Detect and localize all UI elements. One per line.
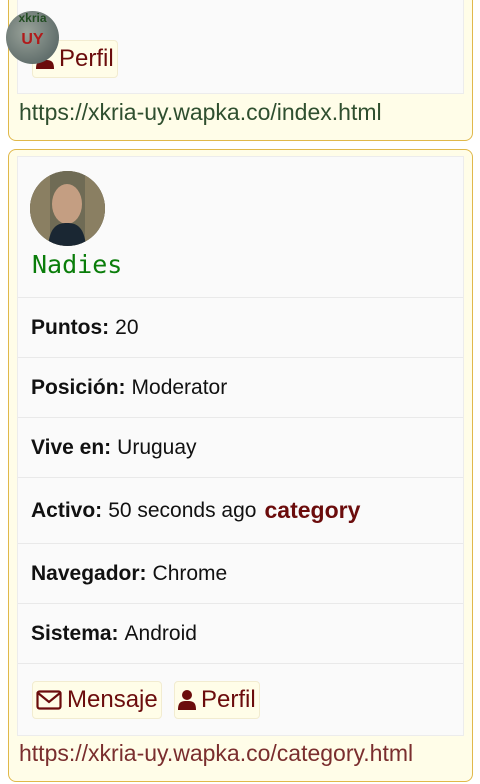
field-label: Posición: — [31, 375, 126, 399]
profile-button[interactable]: Perfil — [174, 681, 260, 719]
message-button-label: Mensaje — [67, 686, 158, 713]
field-row-puntos: Puntos: 20 — [18, 297, 463, 357]
top-post-card: Perfil https://xkria-uy.wapka.co/index.h… — [8, 0, 473, 141]
envelope-icon — [36, 690, 62, 710]
user-post-card: Nadies Puntos: 20 Posición: Moderator Vi… — [8, 149, 473, 782]
top-post-inner: Perfil — [17, 0, 464, 94]
message-button[interactable]: Mensaje — [32, 681, 162, 719]
field-label: Puntos: — [31, 315, 110, 339]
page-url-link[interactable]: https://xkria-uy.wapka.co/index.html — [19, 99, 382, 126]
profile-button-label: Perfil — [201, 686, 256, 713]
field-value: Moderator — [131, 375, 228, 399]
site-logo[interactable]: xkria UY — [6, 11, 59, 64]
user-photo-icon — [30, 171, 105, 246]
field-label: Sistema: — [31, 621, 119, 645]
field-row-navegador: Navegador: Chrome — [18, 543, 463, 603]
field-value: Chrome — [152, 561, 228, 585]
field-value: Uruguay — [117, 435, 197, 459]
field-row-activo: Activo: 50 seconds ago category — [18, 477, 463, 543]
logo-text-top: xkria — [18, 11, 47, 25]
category-link[interactable]: category — [264, 497, 360, 524]
user-info-panel: Nadies Puntos: 20 Posición: Moderator Vi… — [17, 156, 464, 736]
field-value: Android — [124, 621, 197, 645]
logo-text-bottom: UY — [21, 31, 44, 48]
user-icon — [178, 690, 196, 710]
field-row-vive-en: Vive en: Uruguay — [18, 417, 463, 477]
field-label: Navegador: — [31, 561, 147, 585]
field-row-sistema: Sistema: Android — [18, 603, 463, 663]
field-value: 50 seconds ago — [108, 498, 257, 522]
username[interactable]: Nadies — [32, 250, 122, 279]
field-row-posicion: Posición: Moderator — [18, 357, 463, 417]
field-value: 20 — [115, 315, 139, 339]
profile-button-label: Perfil — [59, 45, 114, 72]
field-label: Activo: — [31, 498, 103, 522]
field-label: Vive en: — [31, 435, 112, 459]
user-avatar[interactable] — [30, 171, 105, 246]
category-url-link[interactable]: https://xkria-uy.wapka.co/category.html — [19, 740, 413, 767]
